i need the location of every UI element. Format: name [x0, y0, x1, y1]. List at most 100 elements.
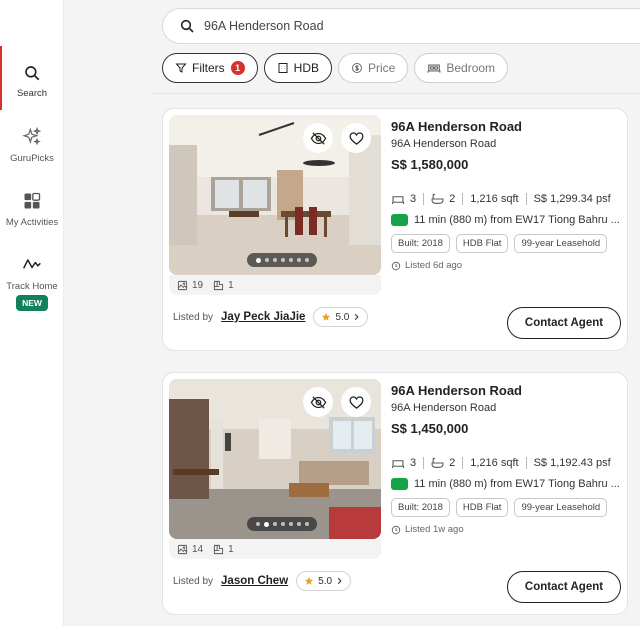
sidebar: Search GuruPicks My Activities Track Hom… — [0, 0, 64, 626]
floorplan-count: 1 — [213, 544, 234, 555]
photo-count: 14 — [177, 544, 203, 555]
filters-count-badge: 1 — [230, 61, 245, 75]
star-icon — [322, 312, 331, 321]
heart-icon — [348, 395, 364, 409]
star-icon — [304, 576, 314, 585]
floorplan-count: 1 — [213, 280, 234, 291]
sidebar-item-label: My Activities — [5, 217, 59, 228]
filters-button[interactable]: Filters 1 — [162, 53, 258, 83]
sidebar-item-label: Search — [16, 88, 48, 99]
photo-info: 14 1 — [169, 539, 381, 559]
bed-icon — [391, 459, 405, 468]
tag-type: HDB Flat — [455, 498, 509, 517]
floorplan-icon — [214, 544, 224, 554]
listing-photo[interactable] — [169, 115, 381, 275]
listing-price: S$ 1,580,000 — [391, 157, 469, 172]
floorplan-icon — [214, 280, 224, 290]
tag-tenure: 99-year Leasehold — [514, 234, 608, 253]
tag-built: Built: 2018 — [391, 234, 450, 253]
agent-name-link[interactable]: Jay Peck JiaJie — [221, 311, 305, 323]
new-badge: NEW — [16, 295, 48, 311]
hide-button[interactable] — [303, 123, 333, 153]
mrt-info: 11 min (880 m) from EW17 Tiong Bahru ... — [391, 214, 620, 226]
bath-icon — [431, 457, 444, 468]
contact-agent-button[interactable]: Contact Agent — [507, 307, 621, 339]
agent-row: Listed by Jason Chew 5.0 — [173, 571, 352, 591]
mrt-line-icon — [391, 478, 408, 490]
listing-title[interactable]: 96A Henderson Road — [391, 119, 522, 134]
agent-rating[interactable]: 5.0 — [296, 571, 352, 591]
listing-specs: 3 2 1,216 sqft S$ 1,299.34 psf — [391, 193, 611, 205]
bed-icon — [427, 64, 441, 73]
sidebar-item-search[interactable]: Search — [0, 46, 64, 110]
sparkle-icon — [22, 127, 42, 146]
chevron-right-icon — [337, 577, 342, 585]
agent-name-link[interactable]: Jason Chew — [221, 575, 288, 587]
tag-type: HDB Flat — [455, 234, 509, 253]
save-button[interactable] — [341, 387, 371, 417]
photo-pagination[interactable] — [247, 253, 317, 267]
photo-pagination[interactable] — [247, 517, 317, 531]
listing-photo[interactable] — [169, 379, 381, 539]
mrt-line-icon — [391, 214, 408, 226]
photo-info: 19 1 — [169, 275, 381, 295]
image-icon — [177, 280, 188, 290]
bedroom-label: Bedroom — [446, 61, 496, 75]
agent-row: Listed by Jay Peck JiaJie 5.0 — [173, 307, 369, 327]
price-filter-button[interactable]: Price — [338, 53, 409, 83]
search-icon — [25, 66, 40, 81]
search-input[interactable]: 96A Henderson Road — [204, 19, 324, 33]
listing-address: 96A Henderson Road — [391, 402, 497, 414]
filters-label: Filters — [192, 61, 225, 75]
bedrooms: 3 — [391, 457, 416, 469]
sidebar-item-label: Track Home — [6, 281, 58, 292]
listing-title[interactable]: 96A Henderson Road — [391, 383, 522, 398]
sidebar-item-my-activities[interactable]: My Activities — [0, 191, 64, 228]
search-icon — [180, 19, 194, 33]
sidebar-item-gurupicks[interactable]: GuruPicks — [0, 127, 64, 164]
bath-icon — [431, 193, 444, 204]
sidebar-item-track-home[interactable]: Track Home NEW — [0, 255, 64, 311]
photo-count: 19 — [177, 280, 203, 291]
filter-icon — [175, 63, 187, 73]
main-content: 96A Henderson Road Filters 1 HDB Price B… — [64, 0, 640, 626]
listing-card[interactable]: 19 1 96A Henderson Road 96A Henderson Ro… — [162, 108, 628, 351]
listing-tags: Built: 2018 HDB Flat 99-year Leasehold — [391, 498, 608, 517]
listed-time: Listed 6d ago — [391, 260, 462, 271]
listing-address: 96A Henderson Road — [391, 138, 497, 150]
save-button[interactable] — [341, 123, 371, 153]
divider — [152, 93, 640, 94]
hide-button[interactable] — [303, 387, 333, 417]
tag-tenure: 99-year Leasehold — [514, 498, 608, 517]
search-bar[interactable]: 96A Henderson Road — [162, 8, 640, 44]
mrt-info: 11 min (880 m) from EW17 Tiong Bahru ... — [391, 478, 620, 490]
listing-card[interactable]: 14 1 96A Henderson Road 96A Henderson Ro… — [162, 372, 628, 615]
bathrooms: 2 — [431, 457, 455, 469]
bathrooms: 2 — [431, 193, 455, 205]
hdb-label: HDB — [293, 61, 320, 75]
agent-rating[interactable]: 5.0 — [313, 307, 369, 327]
listed-by-label: Listed by — [173, 311, 214, 323]
bedrooms: 3 — [391, 193, 416, 205]
floor-area: 1,216 sqft — [470, 193, 519, 205]
contact-agent-button[interactable]: Contact Agent — [507, 571, 621, 603]
mrt-text: 11 min (880 m) from EW17 Tiong Bahru ... — [414, 214, 620, 226]
tag-built: Built: 2018 — [391, 498, 450, 517]
photo-count-text: 14 — [192, 543, 204, 555]
image-icon — [177, 544, 188, 554]
trend-icon — [22, 259, 41, 269]
bed-icon — [391, 195, 405, 204]
price-label: Price — [368, 61, 396, 75]
sidebar-item-label: GuruPicks — [10, 153, 54, 164]
eye-off-icon — [310, 395, 326, 409]
price-psf: S$ 1,192.43 psf — [533, 457, 611, 469]
hdb-filter-button[interactable]: HDB — [263, 53, 333, 83]
floorplan-count-text: 1 — [228, 279, 234, 291]
clock-icon — [391, 525, 401, 534]
photo-count-text: 19 — [192, 279, 204, 291]
floor-area: 1,216 sqft — [470, 457, 519, 469]
listed-by-label: Listed by — [173, 575, 214, 587]
filter-bar: Filters 1 HDB Price Bedroom — [162, 53, 509, 83]
bedroom-filter-button[interactable]: Bedroom — [414, 53, 509, 83]
dollar-icon — [352, 63, 363, 73]
